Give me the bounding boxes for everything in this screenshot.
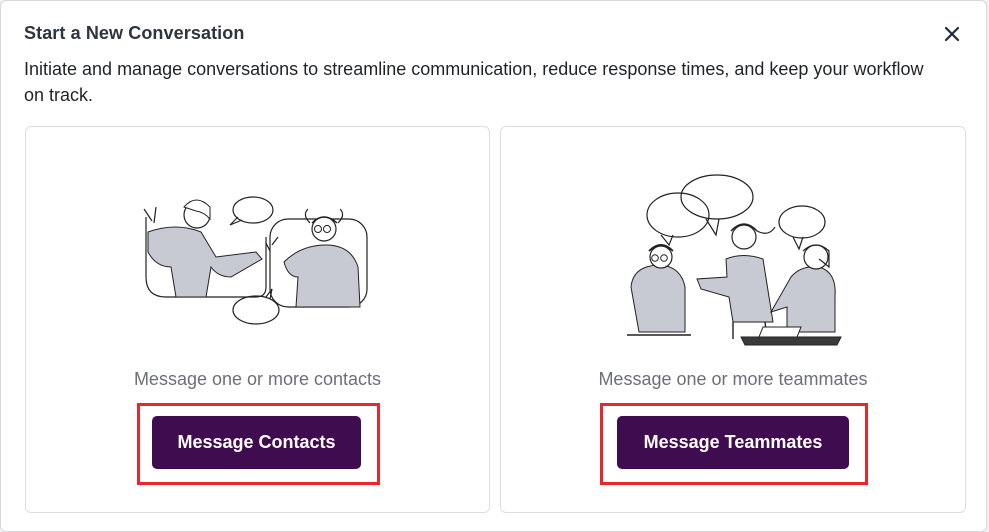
teammates-caption: Message one or more teammates [598,369,868,389]
option-card-teammates: Message one or more teammates Message Te… [500,126,966,513]
message-contacts-button[interactable]: Message Contacts [152,416,361,469]
close-button[interactable] [939,21,965,47]
dialog-description: Initiate and manage conversations to str… [24,59,924,105]
dialog-title: Start a New Conversation [24,23,245,43]
contacts-caption: Message one or more contacts [133,369,382,389]
team-discussion-illustration [627,174,842,346]
option-card-contacts: Message one or more contacts Message Con… [25,126,490,513]
new-conversation-dialog: Start a New Conversation Initiate and ma… [0,0,987,532]
close-icon [944,26,960,42]
two-people-video-chat-illustration [143,196,368,325]
message-teammates-button[interactable]: Message Teammates [617,416,849,469]
